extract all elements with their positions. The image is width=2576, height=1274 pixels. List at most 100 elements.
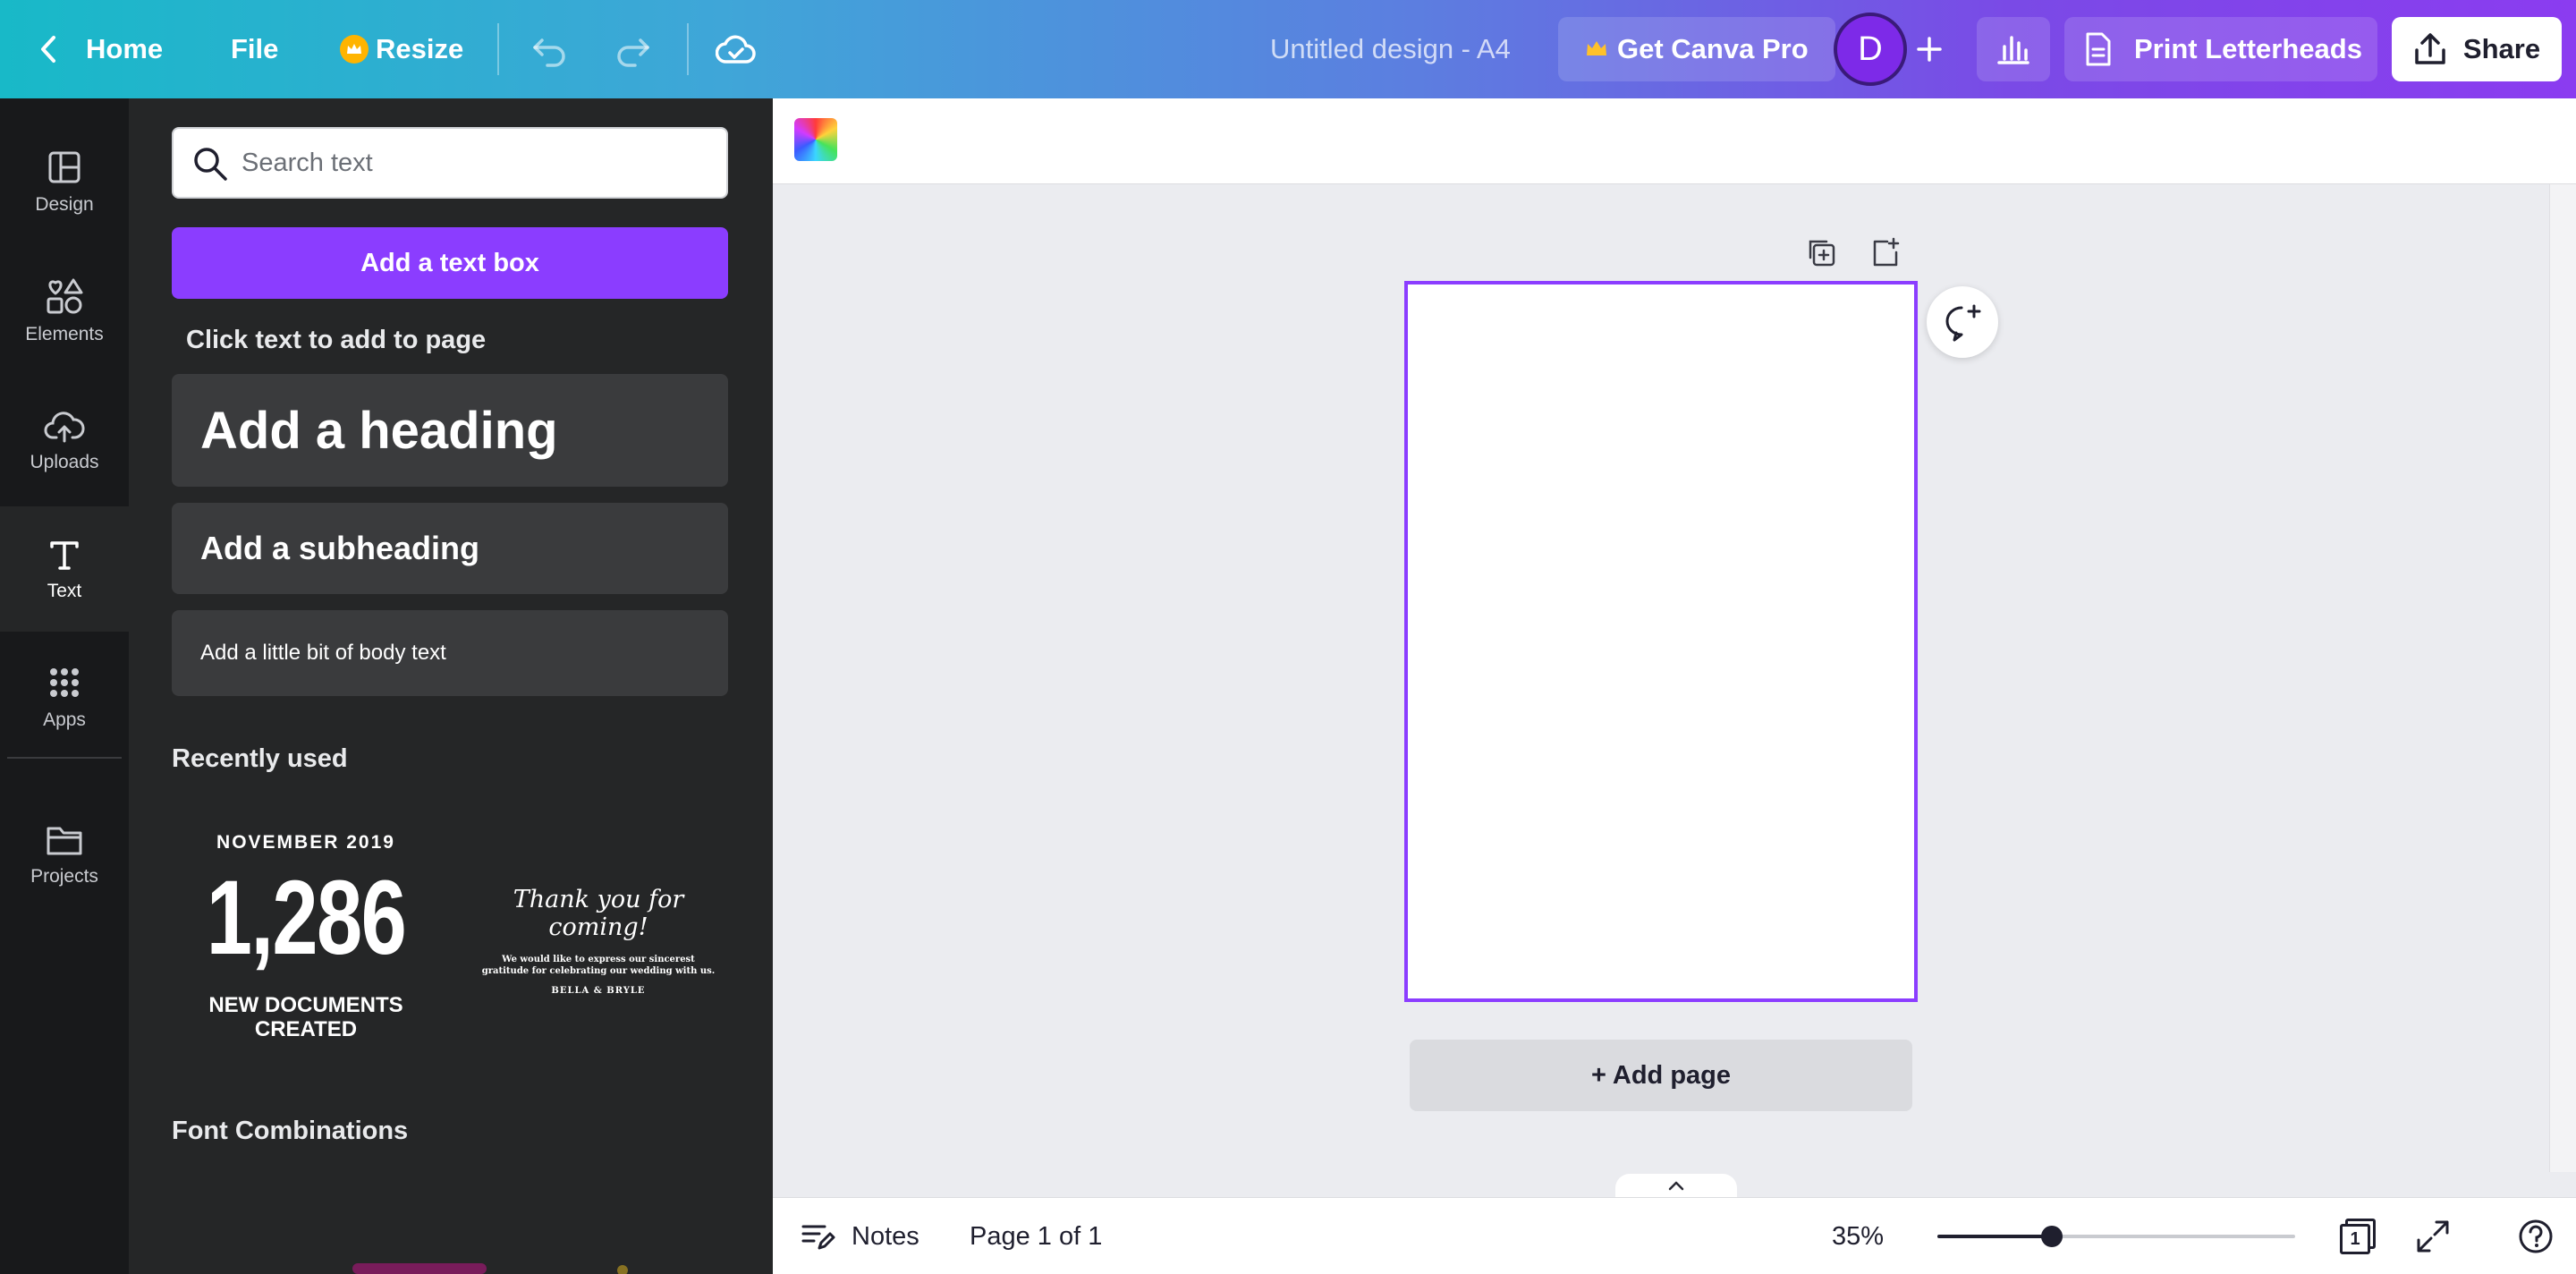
rail-label: Uploads [30, 452, 99, 472]
duplicate-page-button[interactable] [1805, 234, 1837, 270]
folder-icon [47, 827, 82, 855]
add-text-box-button[interactable]: Add a text box [172, 227, 728, 299]
resize-label: Resize [376, 33, 464, 64]
add-page-button[interactable]: + Add page [1410, 1040, 1912, 1111]
show-pages-toggle[interactable] [1615, 1174, 1737, 1197]
insights-button[interactable] [1977, 17, 2050, 81]
rail-label: Projects [30, 866, 98, 887]
search-placeholder: Search text [242, 148, 373, 177]
background-color-picker[interactable] [794, 118, 837, 161]
template-number: 1,286 [206, 859, 407, 977]
crown-icon [340, 35, 369, 64]
zoom-slider-thumb[interactable] [2041, 1226, 2063, 1247]
pages-icon: 1 [2340, 1219, 2377, 1254]
add-page-icon-button[interactable] [1869, 234, 1902, 270]
fullscreen-button[interactable] [2415, 1198, 2451, 1274]
print-letterheads-button[interactable]: Print Letterheads [2064, 17, 2377, 81]
share-label: Share [2462, 33, 2541, 64]
rail-label: Elements [25, 324, 104, 344]
get-canva-pro-button[interactable]: Get Canva Pro [1558, 17, 1835, 81]
text-icon [50, 541, 79, 570]
template-title: Thank you for coming! [513, 886, 684, 941]
design-page[interactable] [1404, 281, 1918, 1002]
add-heading-button[interactable]: Add a heading [172, 374, 728, 487]
add-subheading-button[interactable]: Add a subheading [172, 503, 728, 594]
home-button[interactable]: Home [36, 0, 163, 98]
zoom-slider-fill [1937, 1235, 2052, 1238]
divider [497, 23, 499, 75]
avatar[interactable]: D [1834, 13, 1907, 86]
crown-icon [1587, 41, 1606, 55]
rail-label: Text [47, 581, 82, 601]
add-comment-button[interactable] [1927, 286, 1998, 358]
undo-icon [533, 38, 565, 67]
cloud-upload-icon [44, 412, 85, 443]
duplicate-icon [1809, 240, 1835, 267]
search-icon [194, 148, 227, 181]
shapes-icon [47, 278, 83, 314]
rail-item-elements[interactable]: Elements [0, 249, 129, 374]
bottom-bar: Notes Page 1 of 1 35% 1 [773, 1197, 2576, 1274]
rail-item-text[interactable]: Text [0, 506, 129, 632]
rail-label: Design [35, 194, 94, 215]
heading-label: Add a heading [200, 401, 558, 460]
expand-icon [2417, 1220, 2449, 1253]
avatar-initial: D [1858, 30, 1883, 68]
recent-text-template-thanks[interactable]: Thank you for coming! We would like to e… [469, 886, 728, 996]
rail-item-projects[interactable]: Projects [0, 793, 129, 918]
help-button[interactable] [2517, 1198, 2555, 1274]
zoom-level[interactable]: 35% [1832, 1198, 1884, 1274]
rail-label: Apps [43, 709, 86, 730]
redo-button[interactable] [614, 0, 653, 98]
help-icon [2519, 1219, 2553, 1253]
save-status-button[interactable] [716, 0, 757, 98]
page-indicator[interactable]: Page 1 of 1 [970, 1198, 1102, 1274]
redo-icon [617, 38, 649, 67]
invite-button[interactable] [1916, 0, 1943, 98]
resize-button[interactable]: Resize [340, 0, 463, 98]
rail-item-design[interactable]: Design [0, 120, 129, 245]
font-combinations-title: Font Combinations [172, 1117, 409, 1145]
side-rail: Design Elements Uploads Text Apps Projec… [0, 98, 129, 1274]
apps-grid-icon [50, 668, 79, 697]
comment-add-icon [1945, 304, 1981, 342]
chevron-left-icon [41, 36, 55, 63]
rail-item-apps[interactable]: Apps [0, 635, 129, 760]
notes-icon [801, 1225, 835, 1250]
subheading-label: Add a subheading [200, 530, 480, 566]
share-upload-icon [2415, 33, 2445, 64]
body-text-label: Add a little bit of body text [200, 641, 446, 665]
notes-button[interactable]: Notes [800, 1198, 919, 1274]
page-grid-button[interactable]: 1 [2340, 1198, 2377, 1274]
file-menu-button[interactable]: File [231, 0, 278, 98]
share-button[interactable]: Share [2392, 17, 2562, 81]
template-body: We would like to express our sincerest g… [481, 955, 716, 976]
get-pro-label: Get Canva Pro [1617, 33, 1809, 64]
recently-used-title: Recently used [172, 744, 348, 773]
font-combination-preview[interactable] [218, 1258, 748, 1274]
font-combo-peek-shapes [352, 1263, 748, 1274]
click-text-hint: Click text to add to page [186, 326, 487, 354]
recent-text-template-stats[interactable]: NOVEMBER 2019 1,286 NEW DOCUMENTS CREATE… [172, 805, 440, 1065]
top-bar: Home File Resize Untitled design - A4 Ge… [0, 0, 2576, 98]
add-page-icon [1873, 237, 1900, 267]
search-input[interactable]: Search text [172, 127, 728, 199]
rail-item-uploads[interactable]: Uploads [0, 378, 129, 503]
chevron-up-icon [1668, 1181, 1684, 1191]
template-caption: NEW DOCUMENTS CREATED [208, 993, 403, 1041]
notes-label: Notes [852, 1221, 919, 1251]
add-text-box-label: Add a text box [360, 248, 539, 277]
design-title[interactable]: Untitled design - A4 [1270, 0, 1511, 98]
rail-divider [7, 757, 122, 759]
vertical-scrollbar[interactable] [2549, 184, 2576, 1172]
layout-icon [48, 151, 80, 183]
home-label: Home [86, 33, 164, 64]
cloud-check-icon [716, 35, 756, 64]
divider [687, 23, 689, 75]
print-label: Print Letterheads [2134, 33, 2362, 64]
text-panel: Search text Add a text box Click text to… [129, 98, 773, 1274]
editor-toolbar [773, 98, 2576, 184]
add-body-text-button[interactable]: Add a little bit of body text [172, 610, 728, 696]
undo-button[interactable] [530, 0, 569, 98]
template-date: NOVEMBER 2019 [216, 832, 395, 853]
